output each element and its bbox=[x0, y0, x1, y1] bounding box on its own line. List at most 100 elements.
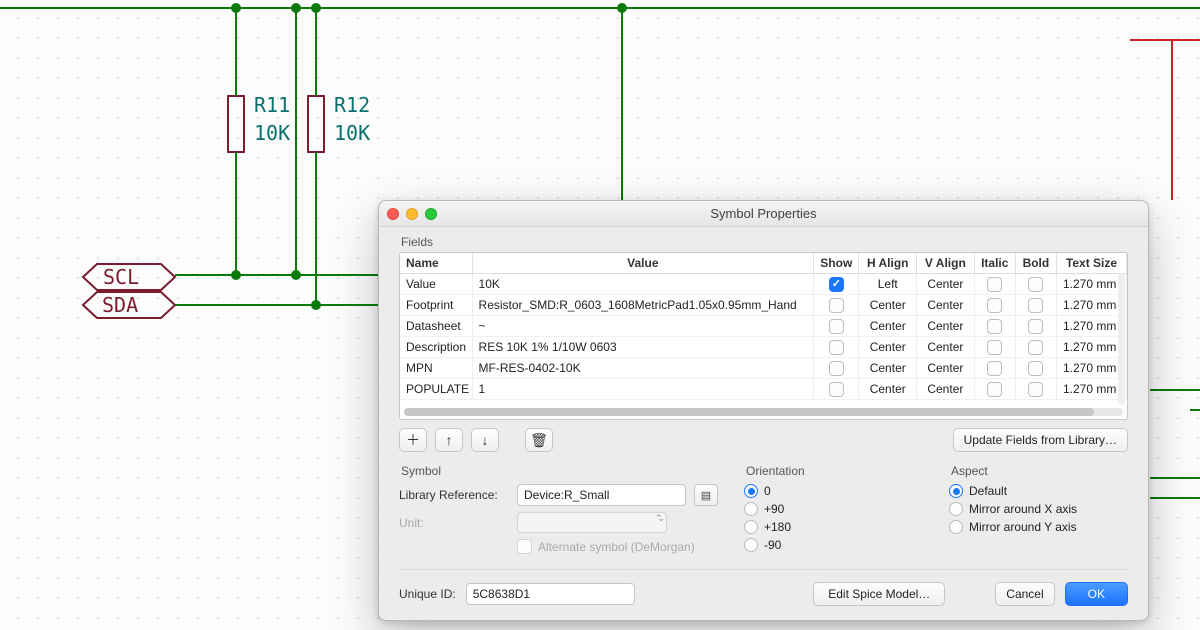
cell-value[interactable]: RES 10K 1% 1/10W 0603 bbox=[472, 337, 814, 358]
bold-checkbox[interactable] bbox=[1028, 382, 1043, 397]
col-name[interactable]: Name bbox=[400, 253, 472, 274]
move-down-button[interactable]: ↓ bbox=[471, 428, 499, 452]
italic-checkbox[interactable] bbox=[987, 361, 1002, 376]
cancel-button[interactable]: Cancel bbox=[995, 582, 1054, 606]
orientation-section-label: Orientation bbox=[746, 464, 923, 478]
delete-row-button[interactable]: 🗑 bbox=[525, 428, 553, 452]
cell-textsize[interactable]: 1.270 mm bbox=[1056, 358, 1126, 379]
browse-library-button[interactable]: ▤ bbox=[694, 484, 718, 506]
add-row-button[interactable]: ＋ bbox=[399, 428, 427, 452]
cell-name[interactable]: Value bbox=[400, 274, 472, 295]
cell-halign[interactable]: Center bbox=[859, 316, 917, 337]
cell-halign[interactable]: Center bbox=[859, 358, 917, 379]
cell-textsize[interactable]: 1.270 mm bbox=[1056, 295, 1126, 316]
orientation-90[interactable]: +90 bbox=[744, 502, 923, 516]
fields-section-label: Fields bbox=[401, 235, 1128, 249]
cell-halign[interactable]: Center bbox=[859, 379, 917, 400]
symbol-section-label: Symbol bbox=[401, 464, 718, 478]
cell-name[interactable]: Datasheet bbox=[400, 316, 472, 337]
fields-table[interactable]: Name Value Show H Align V Align Italic B… bbox=[399, 252, 1128, 420]
bold-checkbox[interactable] bbox=[1028, 298, 1043, 313]
edit-spice-button[interactable]: Edit Spice Model… bbox=[813, 582, 945, 606]
table-row[interactable]: DescriptionRES 10K 1% 1/10W 0603 CenterCe… bbox=[400, 337, 1127, 358]
col-halign[interactable]: H Align bbox=[859, 253, 917, 274]
show-checkbox[interactable] bbox=[829, 277, 844, 292]
cell-value[interactable]: 10K bbox=[472, 274, 814, 295]
symbol-properties-dialog: Symbol Properties Fields Name Value Show… bbox=[378, 200, 1149, 621]
col-show[interactable]: Show bbox=[814, 253, 859, 274]
cell-textsize[interactable]: 1.270 mm bbox=[1056, 316, 1126, 337]
ok-button[interactable]: OK bbox=[1065, 582, 1128, 606]
unique-id-input[interactable] bbox=[466, 583, 635, 605]
table-row[interactable]: Value10K LeftCenter 1.270 mm bbox=[400, 274, 1127, 295]
bold-checkbox[interactable] bbox=[1028, 277, 1043, 292]
unit-select[interactable] bbox=[517, 512, 667, 533]
refdes-r11: R11 bbox=[254, 93, 290, 117]
show-checkbox[interactable] bbox=[829, 298, 844, 313]
library-reference-input[interactable] bbox=[517, 484, 686, 506]
aspect-mirror-x[interactable]: Mirror around X axis bbox=[949, 502, 1128, 516]
horizontal-scrollbar[interactable] bbox=[404, 408, 1123, 416]
update-fields-button[interactable]: Update Fields from Library… bbox=[953, 428, 1128, 452]
bold-checkbox[interactable] bbox=[1028, 361, 1043, 376]
cell-name[interactable]: Footprint bbox=[400, 295, 472, 316]
cell-valign[interactable]: Center bbox=[917, 316, 975, 337]
orientation-m90[interactable]: -90 bbox=[744, 538, 923, 552]
table-row[interactable]: POPULATE1 CenterCenter 1.270 mm bbox=[400, 379, 1127, 400]
col-italic[interactable]: Italic bbox=[974, 253, 1015, 274]
orientation-0[interactable]: 0 bbox=[744, 484, 923, 498]
titlebar[interactable]: Symbol Properties bbox=[379, 201, 1148, 227]
value-r12: 10K bbox=[334, 121, 370, 145]
cell-value[interactable]: ~ bbox=[472, 316, 814, 337]
cell-name[interactable]: Description bbox=[400, 337, 472, 358]
cell-name[interactable]: MPN bbox=[400, 358, 472, 379]
cell-valign[interactable]: Center bbox=[917, 295, 975, 316]
bold-checkbox[interactable] bbox=[1028, 319, 1043, 334]
bold-checkbox[interactable] bbox=[1028, 340, 1043, 355]
cell-valign[interactable]: Center bbox=[917, 379, 975, 400]
cell-valign[interactable]: Center bbox=[917, 337, 975, 358]
cell-valign[interactable]: Center bbox=[917, 274, 975, 295]
col-valign[interactable]: V Align bbox=[917, 253, 975, 274]
italic-checkbox[interactable] bbox=[987, 319, 1002, 334]
italic-checkbox[interactable] bbox=[987, 298, 1002, 313]
italic-checkbox[interactable] bbox=[987, 277, 1002, 292]
orientation-180[interactable]: +180 bbox=[744, 520, 923, 534]
table-row[interactable]: FootprintResistor_SMD:R_0603_1608MetricP… bbox=[400, 295, 1127, 316]
col-value[interactable]: Value bbox=[472, 253, 814, 274]
show-checkbox[interactable] bbox=[829, 361, 844, 376]
col-bold[interactable]: Bold bbox=[1015, 253, 1056, 274]
cell-valign[interactable]: Center bbox=[917, 358, 975, 379]
zoom-icon[interactable] bbox=[425, 208, 437, 220]
cell-value[interactable]: 1 bbox=[472, 379, 814, 400]
cell-halign[interactable]: Left bbox=[859, 274, 917, 295]
cell-value[interactable]: Resistor_SMD:R_0603_1608MetricPad1.05x0.… bbox=[472, 295, 814, 316]
unit-label: Unit: bbox=[399, 516, 509, 530]
italic-checkbox[interactable] bbox=[987, 382, 1002, 397]
table-row[interactable]: Datasheet~ CenterCenter 1.270 mm bbox=[400, 316, 1127, 337]
italic-checkbox[interactable] bbox=[987, 340, 1002, 355]
cell-value[interactable]: MF-RES-0402-10K bbox=[472, 358, 814, 379]
close-icon[interactable] bbox=[387, 208, 399, 220]
alternate-symbol-checkbox bbox=[517, 539, 532, 554]
cell-textsize[interactable]: 1.270 mm bbox=[1056, 337, 1126, 358]
libref-label: Library Reference: bbox=[399, 488, 509, 502]
aspect-default[interactable]: Default bbox=[949, 484, 1128, 498]
cell-textsize[interactable]: 1.270 mm bbox=[1056, 379, 1126, 400]
col-textsize[interactable]: Text Size bbox=[1056, 253, 1126, 274]
refdes-r12: R12 bbox=[334, 93, 370, 117]
table-row[interactable]: MPNMF-RES-0402-10K CenterCenter 1.270 mm bbox=[400, 358, 1127, 379]
aspect-section-label: Aspect bbox=[951, 464, 1128, 478]
move-up-button[interactable]: ↑ bbox=[435, 428, 463, 452]
aspect-mirror-y[interactable]: Mirror around Y axis bbox=[949, 520, 1128, 534]
show-checkbox[interactable] bbox=[829, 319, 844, 334]
cell-halign[interactable]: Center bbox=[859, 337, 917, 358]
vertical-scrollbar[interactable] bbox=[1118, 273, 1125, 405]
alternate-symbol-label: Alternate symbol (DeMorgan) bbox=[538, 540, 695, 554]
minimize-icon[interactable] bbox=[406, 208, 418, 220]
cell-name[interactable]: POPULATE bbox=[400, 379, 472, 400]
show-checkbox[interactable] bbox=[829, 340, 844, 355]
show-checkbox[interactable] bbox=[829, 382, 844, 397]
cell-textsize[interactable]: 1.270 mm bbox=[1056, 274, 1126, 295]
cell-halign[interactable]: Center bbox=[859, 295, 917, 316]
